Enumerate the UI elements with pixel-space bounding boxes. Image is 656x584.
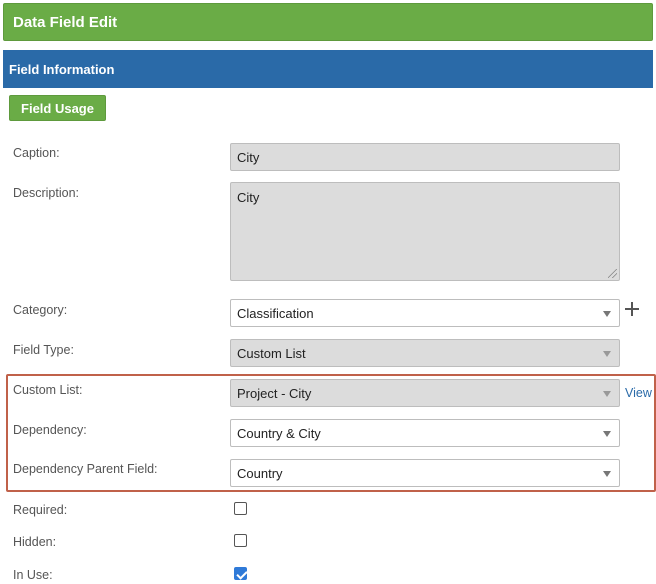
custom-list-select[interactable]: Project - City <box>230 379 620 407</box>
field-usage-button[interactable]: Field Usage <box>9 95 106 121</box>
view-link[interactable]: View <box>625 386 652 400</box>
resize-grip-icon[interactable] <box>608 269 617 278</box>
chevron-down-icon <box>603 391 611 397</box>
dependency-value: Country & City <box>237 425 321 441</box>
category-select[interactable]: Classification <box>230 299 620 327</box>
section-header: Field Information <box>3 50 653 88</box>
dependency-parent-select[interactable]: Country <box>230 459 620 487</box>
caption-label: Caption: <box>13 146 60 160</box>
dependency-parent-value: Country <box>237 465 283 481</box>
category-label: Category: <box>13 303 68 317</box>
custom-list-value: Project - City <box>237 385 312 401</box>
field-type-value: Custom List <box>237 345 306 361</box>
description-textarea[interactable]: City <box>230 182 620 281</box>
section-title: Field Information <box>9 61 115 77</box>
required-label: Required: <box>13 503 68 517</box>
required-checkbox[interactable] <box>234 502 247 515</box>
chevron-down-icon <box>603 431 611 437</box>
dependency-parent-label: Dependency Parent Field: <box>13 462 158 476</box>
in-use-label: In Use: <box>13 568 53 582</box>
custom-list-label: Custom List: <box>13 383 83 397</box>
field-type-label: Field Type: <box>13 343 74 357</box>
dependency-select[interactable]: Country & City <box>230 419 620 447</box>
chevron-down-icon <box>603 351 611 357</box>
hidden-label: Hidden: <box>13 535 57 549</box>
chevron-down-icon <box>603 471 611 477</box>
caption-field[interactable]: City <box>230 143 620 171</box>
hidden-checkbox[interactable] <box>234 534 247 547</box>
chevron-down-icon <box>603 311 611 317</box>
page-title: Data Field Edit <box>13 13 118 31</box>
category-value: Classification <box>237 305 314 321</box>
field-type-select[interactable]: Custom List <box>230 339 620 367</box>
description-value: City <box>237 190 260 205</box>
in-use-checkbox[interactable] <box>234 567 247 580</box>
description-label: Description: <box>13 186 79 200</box>
caption-value: City <box>237 149 260 165</box>
add-category-icon[interactable] <box>625 302 639 316</box>
dependency-label: Dependency: <box>13 423 87 437</box>
page-title-bar: Data Field Edit <box>3 3 653 41</box>
